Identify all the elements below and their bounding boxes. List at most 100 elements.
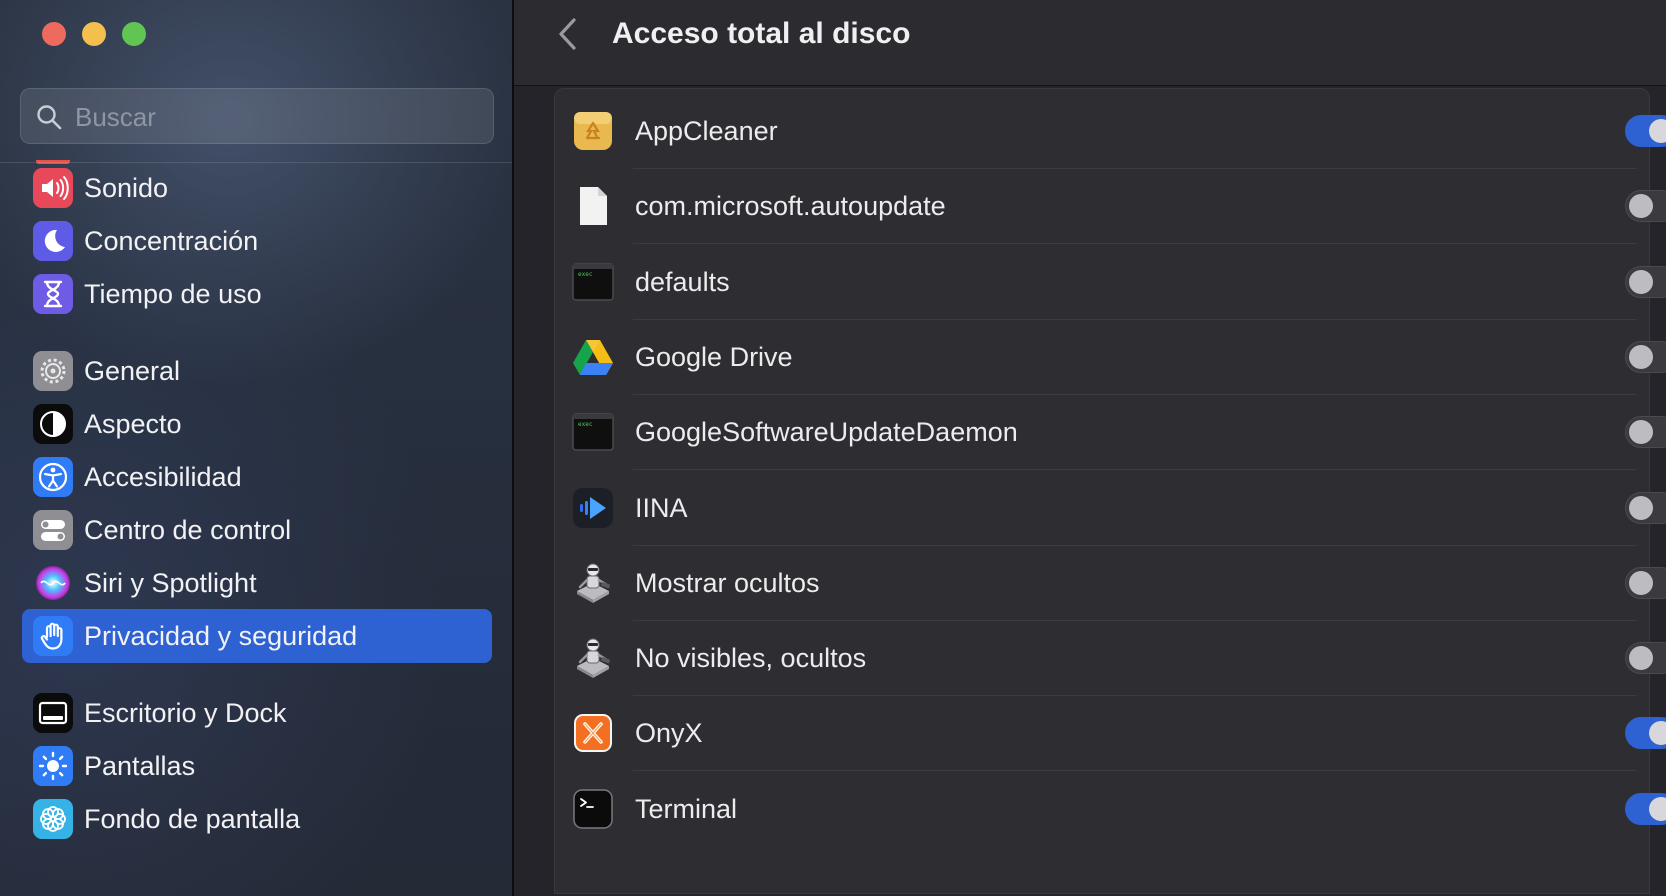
exec-icon: exec — [571, 410, 615, 454]
sidebar-item-label: Centro de control — [84, 515, 292, 545]
sidebar-item-label: Siri y Spotlight — [84, 568, 257, 598]
app-row[interactable]: exec GoogleSoftwareUpdateDaemon — [555, 390, 1666, 471]
sidebar: Sonido Concentración Tiempo de uso General A… — [0, 0, 512, 896]
app-name: Mostrar ocultos — [635, 567, 820, 598]
toggle-knob — [1629, 495, 1653, 520]
app-row[interactable]: com.microsoft.autoupdate — [555, 164, 1666, 245]
access-toggle[interactable] — [1625, 491, 1666, 524]
toggle-knob — [1629, 194, 1653, 219]
dock-icon — [33, 693, 73, 733]
app-list-panel: AppCleaner com.microsoft.autoupdate exec de… — [554, 88, 1666, 894]
access-toggle[interactable] — [1625, 642, 1666, 675]
zoom-window-button[interactable] — [122, 22, 146, 46]
appcleaner-icon — [571, 109, 615, 153]
siri-icon — [33, 563, 73, 603]
search-icon — [37, 105, 62, 130]
sidebar-item-concentración[interactable]: Concentración — [22, 214, 492, 268]
app-row[interactable]: Mostrar ocultos — [555, 541, 1666, 621]
app-row[interactable]: No visibles, ocultos — [555, 616, 1666, 697]
automator-icon — [571, 636, 615, 680]
automator-icon — [571, 561, 615, 605]
toggle-knob — [1649, 721, 1666, 746]
access-toggle[interactable] — [1625, 190, 1666, 223]
sidebar-item-privacidad-y-seguridad[interactable]: Privacidad y seguridad — [22, 609, 492, 663]
app-row[interactable]: Google Drive — [555, 315, 1666, 395]
document-icon — [571, 184, 615, 228]
search-field[interactable] — [20, 88, 494, 145]
toggle-knob — [1629, 646, 1653, 671]
sidebar-item-label: Privacidad y seguridad — [84, 621, 358, 651]
sound-icon — [33, 168, 73, 208]
appearance-icon — [33, 404, 73, 444]
sidebar-item-tiempo-de-uso[interactable]: Tiempo de uso — [22, 267, 492, 321]
onyx-icon — [571, 711, 615, 755]
accessibility-icon — [33, 457, 73, 497]
search-input[interactable] — [75, 89, 475, 145]
sidebar-item-sonido[interactable]: Sonido — [22, 161, 492, 215]
sidebar-item-label: Escritorio y Dock — [84, 698, 287, 728]
app-name: IINA — [635, 492, 688, 523]
access-toggle[interactable] — [1625, 340, 1666, 373]
toggle-knob — [1629, 570, 1653, 595]
exec-icon: exec — [571, 260, 615, 304]
toggle-knob — [1649, 796, 1666, 821]
app-row[interactable]: exec defaults — [555, 240, 1666, 320]
page-title: Acceso total al disco — [612, 17, 911, 50]
sidebar-item-label: Pantallas — [84, 751, 196, 781]
moon-icon — [33, 221, 73, 261]
sidebar-item-escritorio-y-dock[interactable]: Escritorio y Dock — [22, 686, 492, 740]
iina-icon — [571, 486, 615, 530]
access-toggle[interactable] — [1625, 265, 1666, 298]
sidebar-item-pantallas[interactable]: Pantallas — [22, 739, 492, 793]
sidebar-item-label: Tiempo de uso — [84, 279, 262, 309]
app-name: Google Drive — [635, 341, 793, 372]
sidebar-item-general[interactable]: General — [22, 344, 492, 398]
sidebar-item-label: Fondo de pantalla — [84, 804, 301, 834]
main-pane: Acceso total al disco AppCleaner com.micr… — [514, 0, 1666, 896]
access-toggle[interactable] — [1625, 792, 1666, 825]
hand-icon — [33, 616, 73, 656]
gear-icon — [33, 351, 73, 391]
sidebar-item-aspecto[interactable]: Aspecto — [22, 397, 492, 451]
toggle-knob — [1649, 119, 1666, 143]
access-toggle[interactable] — [1625, 115, 1666, 147]
toggle-knob — [1629, 344, 1653, 369]
toggle-knob — [1629, 420, 1653, 445]
sidebar-item-label: General — [84, 356, 181, 386]
app-row[interactable]: IINA — [555, 466, 1666, 546]
terminal-icon — [571, 787, 615, 831]
app-name: defaults — [635, 266, 730, 297]
close-window-button[interactable] — [42, 22, 66, 46]
sidebar-item-siri-y-spotlight[interactable]: Siri y Spotlight — [22, 556, 492, 610]
sidebar-item-label: Sonido — [84, 173, 169, 203]
app-row[interactable]: Terminal — [555, 767, 1666, 847]
google-drive-icon — [571, 335, 615, 379]
sidebar-item-label: Aspecto — [84, 409, 182, 439]
toggle-knob — [1629, 269, 1653, 294]
app-name: AppCleaner — [635, 116, 778, 146]
control-center-icon — [33, 510, 73, 550]
svg-text:exec: exec — [578, 271, 593, 278]
access-toggle[interactable] — [1625, 566, 1666, 599]
sidebar-item-accesibilidad[interactable]: Accesibilidad — [22, 450, 492, 504]
app-name: Terminal — [635, 793, 738, 824]
app-row[interactable]: AppCleaner — [555, 89, 1666, 169]
back-chevron-icon[interactable] — [550, 14, 586, 54]
app-name: OnyX — [635, 718, 703, 749]
access-toggle[interactable] — [1625, 416, 1666, 449]
sidebar-item-fondo-de-pantalla[interactable]: Fondo de pantalla — [22, 792, 492, 846]
toolbar: Acceso total al disco — [514, 0, 1666, 86]
app-name: No visibles, ocultos — [635, 643, 867, 674]
minimize-window-button[interactable] — [82, 22, 106, 46]
hourglass-icon — [33, 274, 73, 314]
app-row[interactable]: OnyX — [555, 691, 1666, 772]
flower-icon — [33, 799, 73, 839]
sidebar-item-label: Concentración — [84, 226, 259, 256]
sidebar-item-centro-de-control[interactable]: Centro de control — [22, 503, 492, 557]
sun-icon — [33, 746, 73, 786]
app-name: com.microsoft.autoupdate — [635, 191, 946, 222]
app-name: GoogleSoftwareUpdateDaemon — [635, 417, 1018, 448]
svg-text:exec: exec — [578, 421, 593, 428]
access-toggle[interactable] — [1625, 717, 1666, 750]
sidebar-item-label: Accesibilidad — [84, 462, 242, 492]
